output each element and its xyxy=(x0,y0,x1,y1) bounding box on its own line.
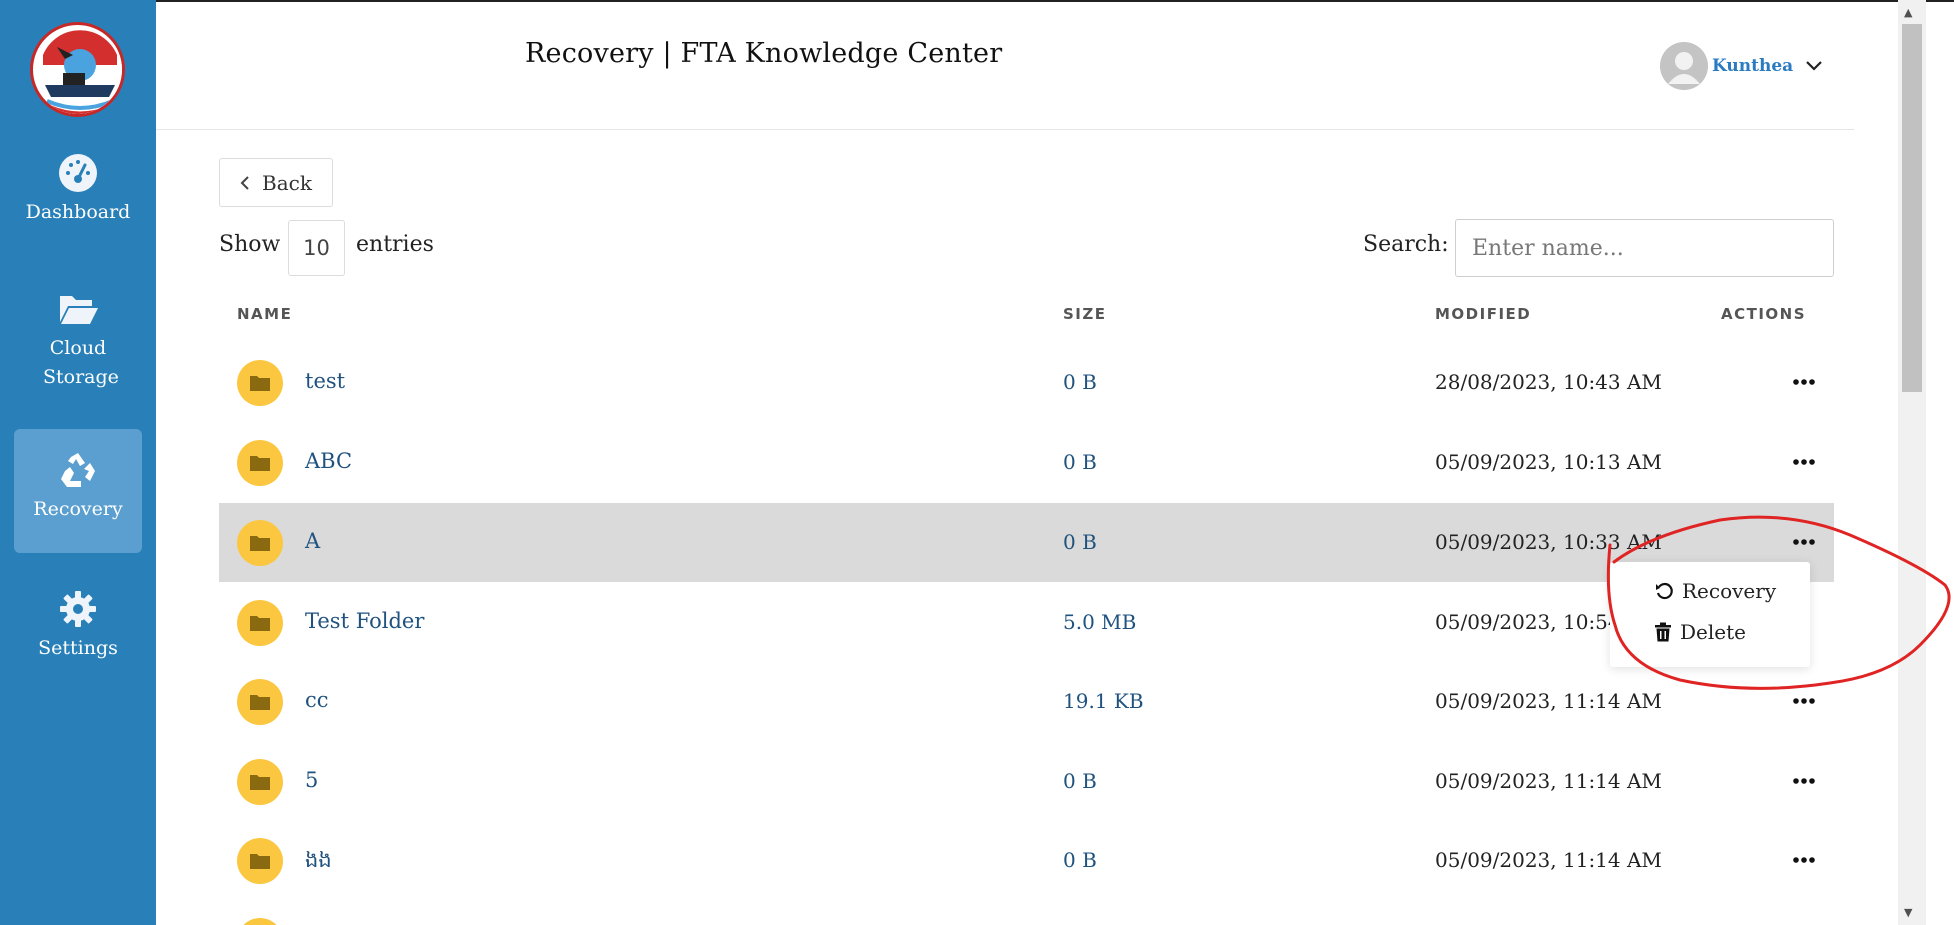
row-size: 0 B xyxy=(1063,450,1097,474)
more-actions-icon[interactable] xyxy=(1789,369,1819,395)
search-label: Search: xyxy=(1363,232,1449,257)
back-label: Back xyxy=(262,170,312,195)
sidebar-item-recovery[interactable]: Recovery xyxy=(14,429,142,553)
table-row[interactable]: Test Folder 5.0 MB 05/09/2023, 10:54 xyxy=(219,583,1834,662)
more-actions-icon[interactable] xyxy=(1789,688,1819,714)
row-modified: 05/09/2023, 11:14 AM xyxy=(1435,689,1662,713)
scrollbar-thumb[interactable] xyxy=(1902,24,1922,392)
row-name[interactable]: A xyxy=(305,529,320,553)
table-row[interactable]: cc 19.1 KB 05/09/2023, 11:14 AM xyxy=(219,662,1834,741)
sidebar-item-label: Recovery xyxy=(33,498,123,520)
dashboard-gauge-icon xyxy=(59,154,97,192)
trash-icon xyxy=(1655,622,1671,642)
chevron-left-icon xyxy=(240,175,249,190)
page-title: Recovery | FTA Knowledge Center xyxy=(525,38,1003,69)
folder-icon xyxy=(237,360,283,406)
table-row-selected[interactable]: A 0 B 05/09/2023, 10:33 AM xyxy=(219,503,1834,582)
row-modified: 05/09/2023, 11:14 AM xyxy=(1435,769,1662,793)
sidebar-item-cloud-storage[interactable]: Cloud Storage xyxy=(14,288,142,398)
column-header-name[interactable]: NAME xyxy=(237,305,292,323)
menu-item-label: Recovery xyxy=(1682,579,1777,603)
menu-item-label: Delete xyxy=(1680,620,1746,644)
entries-label: entries xyxy=(356,232,434,257)
more-actions-icon[interactable] xyxy=(1789,529,1819,555)
row-modified: 05/09/2023, 10:54 xyxy=(1435,610,1621,634)
row-modified: 05/09/2023, 11:14 AM xyxy=(1435,848,1662,872)
folder-icon xyxy=(237,918,283,925)
chevron-down-icon xyxy=(1806,61,1822,71)
row-size: 5.0 MB xyxy=(1063,610,1137,634)
folder-icon xyxy=(237,600,283,646)
sidebar-item-dashboard[interactable]: Dashboard xyxy=(14,152,142,234)
back-button[interactable]: Back xyxy=(219,158,333,207)
window-top-border xyxy=(0,0,1954,2)
more-actions-icon[interactable] xyxy=(1789,768,1819,794)
column-header-actions: ACTIONS xyxy=(1721,305,1807,323)
row-size: 0 B xyxy=(1063,769,1097,793)
folder-icon xyxy=(237,679,283,725)
row-actions-menu: Recovery Delete xyxy=(1610,562,1810,667)
row-modified: 05/09/2023, 10:33 AM xyxy=(1435,530,1662,554)
folder-icon xyxy=(237,520,283,566)
header-divider xyxy=(156,129,1854,130)
search-input[interactable] xyxy=(1455,219,1834,277)
folder-icon xyxy=(237,759,283,805)
scroll-up-arrow-icon[interactable]: ▲ xyxy=(1904,6,1912,19)
row-modified: 05/09/2023, 10:13 AM xyxy=(1435,450,1662,474)
recycle-icon xyxy=(61,453,95,487)
logo-emblem-icon xyxy=(36,28,122,114)
table-row[interactable]: ABC 0 B 05/09/2023, 10:13 AM xyxy=(219,423,1834,502)
folder-open-icon xyxy=(60,296,98,324)
user-menu[interactable]: Kunthea xyxy=(1660,42,1823,90)
row-name[interactable]: ABC xyxy=(305,449,352,473)
user-name: Kunthea xyxy=(1712,56,1794,76)
row-size: 0 B xyxy=(1063,848,1097,872)
row-size: 0 B xyxy=(1063,530,1097,554)
row-name[interactable]: 5 xyxy=(305,768,318,792)
column-header-size[interactable]: SIZE xyxy=(1063,305,1107,323)
sidebar-item-label: Cloud Storage xyxy=(43,337,119,388)
table-row[interactable]: ងង 0 B 05/09/2023, 11:14 AM xyxy=(219,821,1834,900)
folder-icon xyxy=(237,440,283,486)
show-label: Show xyxy=(219,232,281,257)
more-actions-icon[interactable] xyxy=(1789,847,1819,873)
user-avatar-icon xyxy=(1660,42,1708,90)
row-modified: 28/08/2023, 10:43 AM xyxy=(1435,370,1662,394)
row-name[interactable]: cc xyxy=(305,688,329,712)
sidebar: Dashboard Cloud Storage Recovery Setting… xyxy=(0,0,156,925)
scroll-down-arrow-icon[interactable]: ▼ xyxy=(1904,906,1912,919)
gear-icon xyxy=(60,591,96,627)
column-header-modified[interactable]: MODIFIED xyxy=(1435,305,1531,323)
row-name[interactable]: ងង xyxy=(305,847,332,878)
sidebar-item-settings[interactable]: Settings xyxy=(14,588,142,670)
sidebar-item-label: Settings xyxy=(38,637,118,659)
folder-icon xyxy=(237,838,283,884)
row-name[interactable]: Test Folder xyxy=(305,609,424,633)
row-size: 19.1 KB xyxy=(1063,689,1144,713)
row-size: 0 B xyxy=(1063,370,1097,394)
undo-icon xyxy=(1656,582,1673,600)
table-row[interactable]: 5 0 B 05/09/2023, 11:14 AM xyxy=(219,742,1834,821)
menu-item-recovery[interactable]: Recovery xyxy=(1654,579,1776,603)
more-actions-icon[interactable] xyxy=(1789,449,1819,475)
table-row[interactable]: test 0 B 28/08/2023, 10:43 AM xyxy=(219,343,1834,422)
row-name[interactable]: test xyxy=(305,369,345,393)
entries-per-page-select[interactable]: 10 xyxy=(288,220,345,276)
menu-item-delete[interactable]: Delete xyxy=(1654,620,1746,644)
sidebar-item-label: Dashboard xyxy=(25,201,131,223)
fta-logo[interactable] xyxy=(30,22,125,117)
